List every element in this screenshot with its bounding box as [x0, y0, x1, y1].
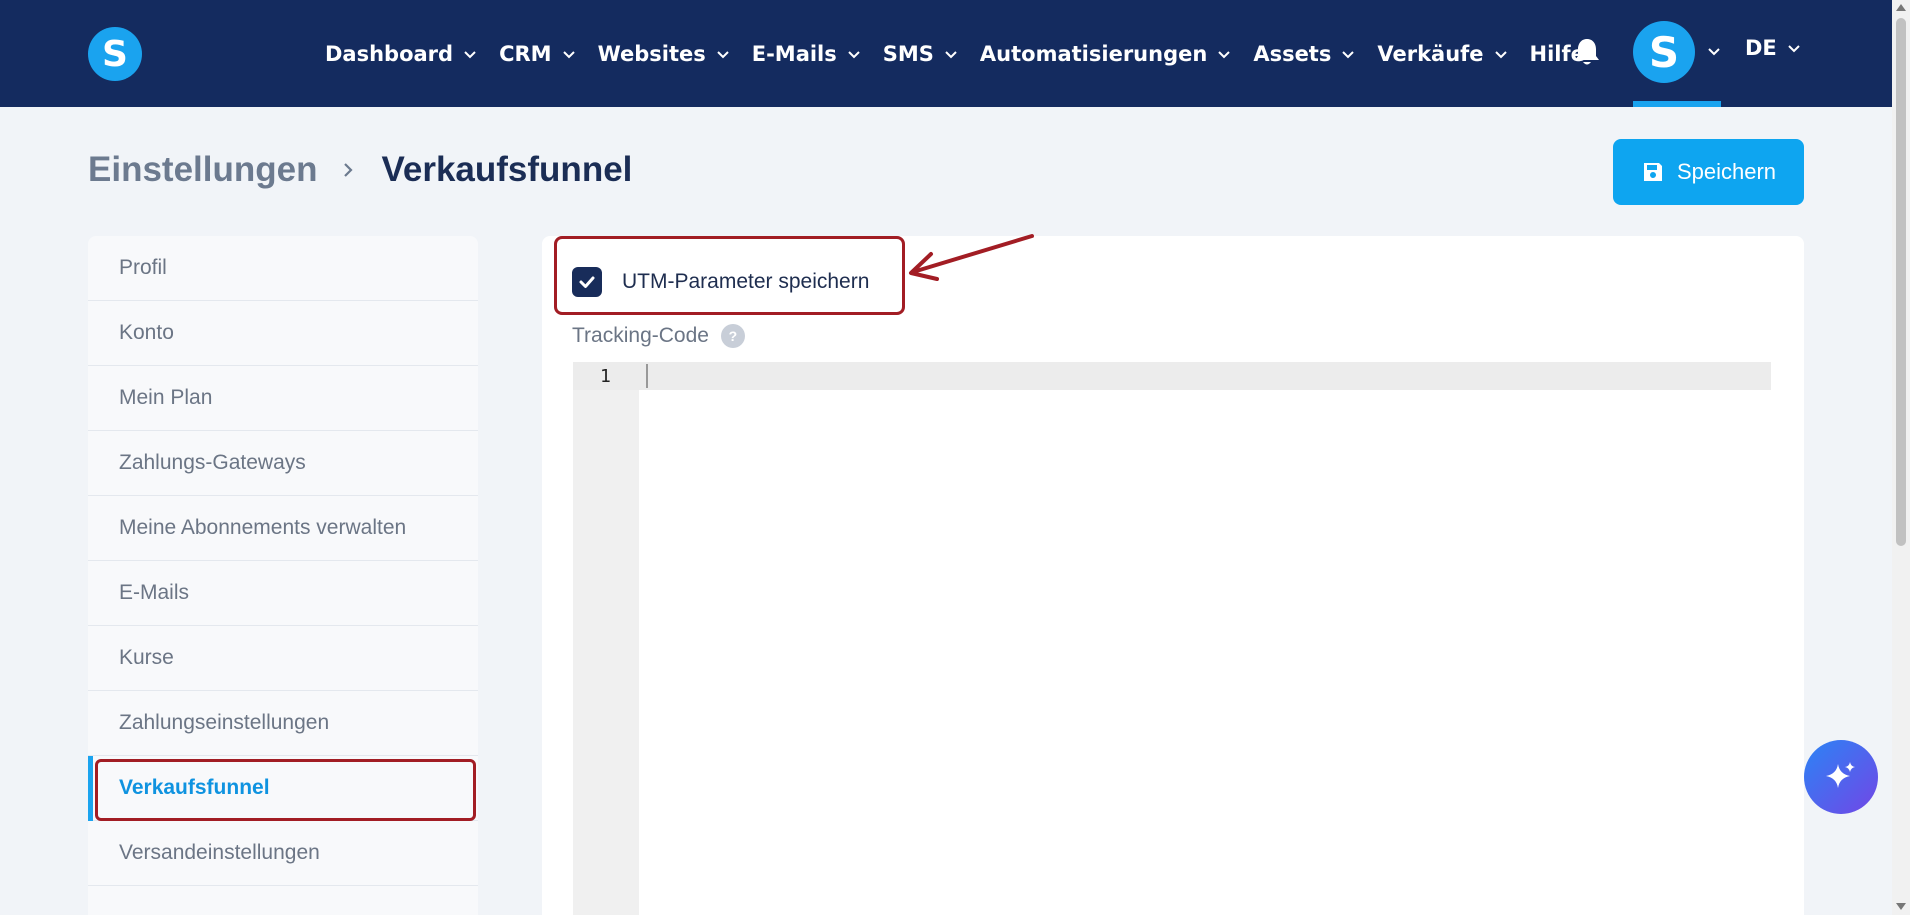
- chevron-down-icon: [848, 50, 860, 58]
- sparkles-icon: [1826, 762, 1855, 788]
- bell-icon[interactable]: [1572, 36, 1602, 68]
- sidebar-item-label: Zahlungseinstellungen: [119, 711, 330, 734]
- sidebar-item-label: Konto: [119, 321, 174, 344]
- sidebar-item-verkaufsfunnel[interactable]: Verkaufsfunnel: [88, 756, 478, 821]
- sidebar-item-kurse[interactable]: Kurse: [88, 626, 478, 691]
- nav-assets[interactable]: Assets: [1253, 42, 1355, 66]
- sidebar-item-abonnements[interactable]: Meine Abonnements verwalten: [88, 496, 478, 561]
- breadcrumb: Einstellungen Verkaufsfunnel: [88, 150, 632, 190]
- settings-sidebar: Profil Konto Mein Plan Zahlungs-Gateways…: [88, 236, 478, 915]
- scrollbar-thumb[interactable]: [1896, 18, 1906, 546]
- nav-label: Verkäufe: [1377, 41, 1484, 66]
- chevron-down-icon: [1218, 50, 1231, 58]
- nav-label: SMS: [882, 41, 934, 66]
- nav-label: Websites: [597, 41, 706, 66]
- language-label: DE: [1745, 36, 1777, 60]
- nav-label: E-Mails: [751, 41, 837, 66]
- sidebar-item-emails[interactable]: E-Mails: [88, 561, 478, 626]
- sidebar-item-label: Mein Plan: [119, 386, 213, 409]
- checkmark-icon: [579, 276, 595, 288]
- main-nav: Dashboard CRM Websites E-Mails SMS Autom…: [325, 0, 1607, 107]
- sidebar-item-zahlungseinstellungen[interactable]: Zahlungseinstellungen: [88, 691, 478, 756]
- nav-label: Automatisierungen: [979, 41, 1208, 66]
- code-editor-gutter: [573, 362, 639, 915]
- tracking-code-label-text: Tracking-Code: [572, 324, 709, 347]
- ai-assistant-button[interactable]: [1804, 740, 1878, 814]
- nav-websites[interactable]: Websites: [598, 42, 730, 66]
- chevron-down-icon: [1788, 45, 1800, 53]
- line-number: 1: [600, 366, 611, 387]
- scroll-up-arrow-icon[interactable]: [1896, 4, 1906, 11]
- sidebar-item-versandeinstellungen[interactable]: Versandeinstellungen: [88, 821, 478, 886]
- text-cursor: [646, 364, 648, 388]
- nav-sms[interactable]: SMS: [883, 42, 958, 66]
- chevron-down-icon: [464, 50, 476, 58]
- sidebar-item-label: Profil: [119, 256, 167, 279]
- brand-logo[interactable]: S: [88, 27, 142, 81]
- active-nav-indicator: [1633, 101, 1721, 107]
- chevron-down-icon[interactable]: [1707, 44, 1721, 58]
- annotation-arrow-icon: [909, 234, 1034, 281]
- sidebar-item-mein-plan[interactable]: Mein Plan: [88, 366, 478, 431]
- code-editor[interactable]: [573, 362, 1771, 390]
- tracking-code-label: Tracking-Code ?: [572, 324, 745, 348]
- save-button-label: Speichern: [1676, 159, 1777, 184]
- page-title: Verkaufsfunnel: [381, 150, 633, 189]
- sidebar-item-konto[interactable]: Konto: [88, 301, 478, 366]
- nav-emails[interactable]: E-Mails: [752, 42, 861, 66]
- save-button[interactable]: Speichern: [1613, 139, 1804, 205]
- sidebar-item-zahlungs-gateways[interactable]: Zahlungs-Gateways: [88, 431, 478, 496]
- chevron-down-icon: [1342, 50, 1355, 58]
- chevron-down-icon: [945, 50, 957, 58]
- language-selector[interactable]: DE: [1745, 36, 1801, 60]
- chevron-right-icon: [344, 163, 354, 177]
- chevron-down-icon: [717, 50, 729, 58]
- sidebar-item-profil[interactable]: Profil: [88, 236, 478, 301]
- nav-label: Assets: [1253, 41, 1332, 66]
- utm-checkbox-label[interactable]: UTM-Parameter speichern: [622, 270, 869, 294]
- help-icon[interactable]: ?: [720, 324, 745, 348]
- chevron-down-icon: [1494, 50, 1507, 58]
- nav-verkaeufe[interactable]: Verkäufe: [1377, 42, 1507, 66]
- floppy-disk-icon: [1643, 163, 1662, 181]
- sidebar-item-label: Versandeinstellungen: [119, 841, 320, 864]
- user-avatar[interactable]: S: [1633, 21, 1695, 83]
- nav-dashboard[interactable]: Dashboard: [325, 42, 477, 66]
- scroll-down-arrow-icon[interactable]: [1896, 903, 1906, 910]
- nav-crm[interactable]: CRM: [499, 42, 575, 66]
- annotation-highlight-box: [95, 759, 476, 821]
- nav-automatisierungen[interactable]: Automatisierungen: [980, 42, 1231, 66]
- sidebar-item-label: Meine Abonnements verwalten: [119, 516, 407, 539]
- sidebar-item-label: Kurse: [119, 646, 174, 669]
- breadcrumb-root[interactable]: Einstellungen: [88, 150, 317, 190]
- sidebar-item-label: Zahlungs-Gateways: [119, 451, 306, 474]
- sidebar-item-label: E-Mails: [119, 581, 190, 604]
- utm-checkbox[interactable]: [572, 267, 602, 297]
- chevron-down-icon: [562, 50, 575, 58]
- nav-label: Dashboard: [325, 41, 454, 66]
- nav-label: CRM: [499, 41, 552, 66]
